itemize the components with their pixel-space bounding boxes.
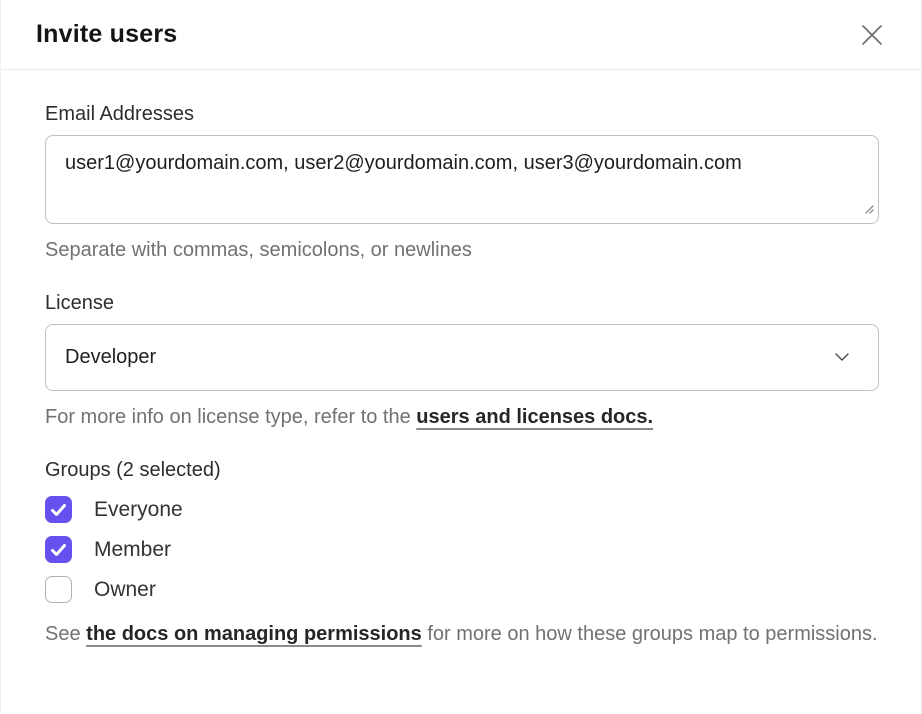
managing-permissions-docs-link[interactable]: the docs on managing permissions — [86, 623, 422, 645]
email-helper-text: Separate with commas, semicolons, or new… — [45, 236, 877, 265]
email-addresses-label: Email Addresses — [45, 103, 877, 126]
dialog-body: Email Addresses user1@yourdomain.com, us… — [1, 70, 921, 714]
email-addresses-input[interactable]: user1@yourdomain.com, user2@yourdomain.c… — [45, 135, 879, 224]
email-field-wrap: user1@yourdomain.com, user2@yourdomain.c… — [45, 135, 879, 224]
groups-helper-text: See the docs on managing permissions for… — [45, 620, 885, 649]
license-helper-text: For more info on license type, refer to … — [45, 403, 877, 432]
close-button[interactable] — [855, 18, 889, 52]
group-option-label: Everyone — [94, 496, 183, 523]
groups-helper-prefix: See — [45, 623, 86, 645]
groups-section: Groups (2 selected) Everyone Member — [45, 459, 877, 649]
groups-label: Groups (2 selected) — [45, 459, 877, 482]
users-licenses-docs-link[interactable]: users and licenses docs. — [416, 406, 653, 428]
group-option-label: Owner — [94, 576, 156, 603]
groups-helper-suffix: for more on how these groups map to perm… — [422, 623, 878, 645]
dialog-header: Invite users — [1, 0, 921, 70]
license-select[interactable]: Developer — [45, 324, 879, 391]
group-option-member[interactable]: Member — [45, 536, 171, 563]
checkbox-owner-icon[interactable] — [45, 576, 72, 603]
chevron-down-icon — [834, 349, 850, 367]
group-option-label: Member — [94, 536, 171, 563]
group-option-owner[interactable]: Owner — [45, 576, 156, 603]
checkbox-everyone-icon[interactable] — [45, 496, 72, 523]
group-option-everyone[interactable]: Everyone — [45, 496, 183, 523]
license-label: License — [45, 292, 877, 315]
close-icon — [859, 22, 885, 48]
license-selected-value: Developer — [65, 346, 156, 369]
license-section: License Developer For more info on licen… — [45, 292, 877, 432]
checkbox-member-icon[interactable] — [45, 536, 72, 563]
license-helper-prefix: For more info on license type, refer to … — [45, 406, 416, 428]
invite-users-dialog: Invite users Email Addresses user1@yourd… — [0, 0, 922, 714]
dialog-title: Invite users — [36, 20, 177, 49]
